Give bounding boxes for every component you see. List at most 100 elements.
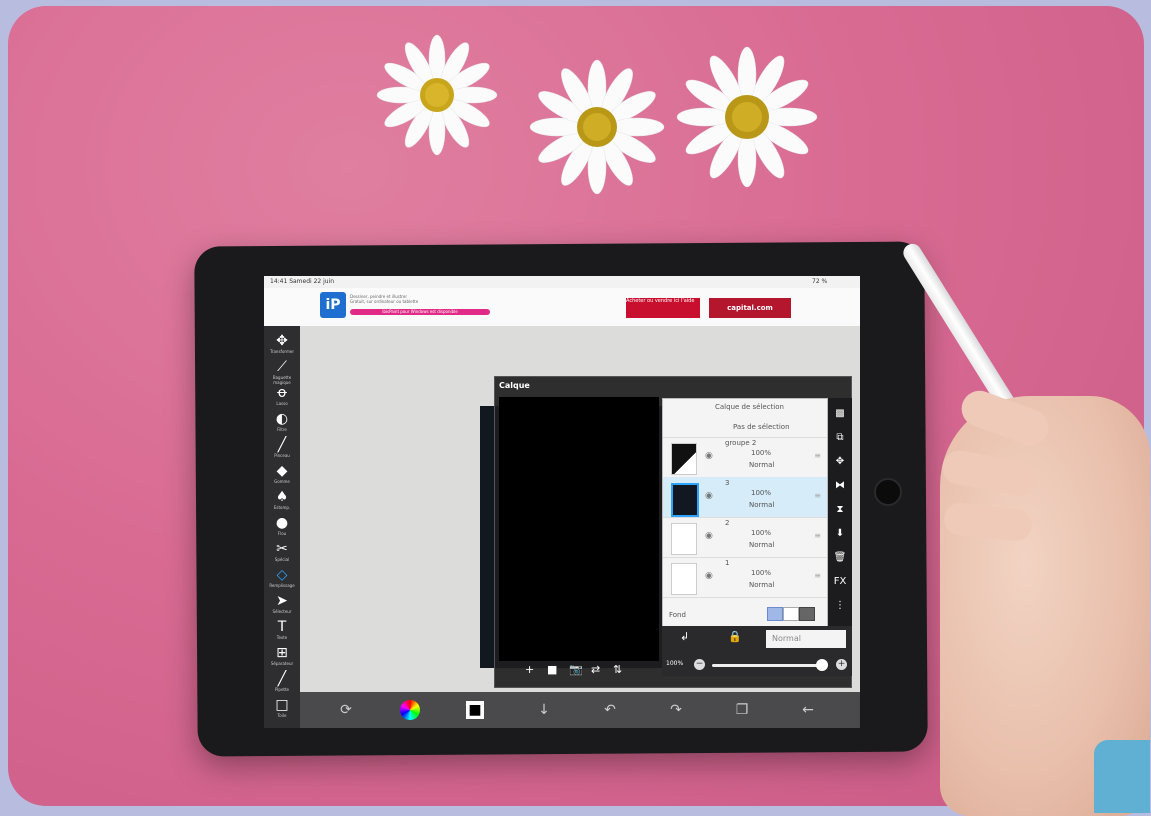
selection-layer-row[interactable]: Calque de sélection Pas de sélection xyxy=(663,399,827,438)
layer-list: Calque de sélection Pas de sélection ◉ gr… xyxy=(662,398,828,628)
tool-label: Pipette xyxy=(274,687,290,692)
fond-white-swatch[interactable] xyxy=(783,607,799,621)
layer-row[interactable]: ◉ 3 100% Normal ≡ xyxy=(663,477,827,518)
eye-icon[interactable]: ◉ xyxy=(705,491,713,501)
layer-opacity: 100% xyxy=(751,529,772,537)
move-icon[interactable]: ✥ Transformer xyxy=(270,332,294,356)
calque-tool-0[interactable]: + xyxy=(525,663,534,676)
layer-name: 3 xyxy=(725,479,730,487)
canvas-icon[interactable]: □ Toile xyxy=(270,696,294,720)
lock-icon[interactable]: 🔒 xyxy=(728,630,742,643)
filter-icon[interactable]: ◐ Filtre xyxy=(270,410,294,434)
down-arrow-icon[interactable]: ↓ xyxy=(532,698,556,722)
text-icon-glyph: T xyxy=(277,619,287,635)
redo-icon[interactable]: ↷ xyxy=(664,698,688,722)
calque-tool-3[interactable]: ⇄ xyxy=(591,663,600,676)
fond-label: Fond xyxy=(669,611,686,619)
lasso-icon-glyph: ꝋ xyxy=(277,385,287,401)
calque-tool-1[interactable]: ■ xyxy=(547,663,557,676)
opacity-slider-knob[interactable] xyxy=(816,659,828,671)
fill-icon[interactable]: ● Flou xyxy=(270,514,294,538)
ad-brand[interactable]: capital.com xyxy=(709,298,791,318)
move-icon-glyph: ✥ xyxy=(276,333,288,349)
duplicate-icon[interactable]: ⧉ xyxy=(830,428,850,448)
drag-handle-icon[interactable]: ≡ xyxy=(814,571,821,580)
clipping-icon[interactable]: ↲ xyxy=(680,630,689,643)
layer-opacity: 100% xyxy=(751,449,772,457)
more-icon[interactable]: ⋮ xyxy=(830,596,850,616)
fx-icon[interactable]: FX xyxy=(830,572,850,592)
bottom-toolbar: ⟳ ■ ↓ ↶ ↷ ❐ ← xyxy=(300,692,860,728)
rotate-icon[interactable]: ⟳ xyxy=(334,698,358,722)
ad-right-text[interactable]: Acheter ou vendre ici l'aide xyxy=(626,298,700,318)
layer-mode: Normal xyxy=(749,581,775,589)
trash-icon[interactable]: 🗑 xyxy=(830,548,850,568)
bucket-icon[interactable]: ◇ Remplissage xyxy=(269,566,294,590)
magic-wand-icon[interactable]: ⟋ Baguette magique xyxy=(270,358,294,385)
new-layer-icon[interactable]: ▩ xyxy=(830,404,850,424)
lasso-icon[interactable]: ꝋ Lasso xyxy=(270,384,294,408)
blend-mode-select[interactable]: Normal xyxy=(766,630,846,648)
select-arrow-icon-glyph: ➤ xyxy=(276,593,288,609)
magic-icon[interactable]: ✂ Spécial xyxy=(270,540,294,564)
fond-blue-swatch[interactable] xyxy=(767,607,783,621)
calque-tool-4[interactable]: ⇅ xyxy=(613,663,622,676)
eye-icon[interactable]: ◉ xyxy=(705,531,713,541)
back-icon[interactable]: ← xyxy=(796,698,820,722)
opacity-label: 100% xyxy=(666,660,684,667)
status-bar: 14:41 Samedi 22 juin 72 % xyxy=(264,276,860,288)
drag-handle-icon[interactable]: ≡ xyxy=(814,531,821,540)
opacity-plus-button[interactable]: + xyxy=(836,659,847,670)
calque-tool-2[interactable]: 📷 xyxy=(569,663,583,676)
brush-icon[interactable]: ╱ Pinceau xyxy=(270,436,294,460)
text-icon[interactable]: T Texte xyxy=(270,618,294,642)
layer-name: 2 xyxy=(725,519,730,527)
layer-thumbnail xyxy=(671,563,697,595)
frame-icon[interactable]: ⊞ Séparateur xyxy=(270,644,294,668)
tool-label: Gomme xyxy=(274,479,290,484)
layer-row[interactable]: ◉ 2 100% Normal ≡ xyxy=(663,517,827,558)
smudge-icon[interactable]: ♠ Estomp. xyxy=(270,488,294,512)
layer-mode: Normal xyxy=(749,541,775,549)
color-swatch-icon[interactable]: ■ xyxy=(466,701,484,719)
drag-handle-icon[interactable]: ≡ xyxy=(814,491,821,500)
pipette-icon[interactable]: ╱ Pipette xyxy=(270,670,294,694)
flip-h-icon[interactable]: ⧓ xyxy=(830,476,850,496)
layer-thumbnail xyxy=(671,443,697,475)
tool-label: Pinceau xyxy=(274,453,290,458)
eye-icon[interactable]: ◉ xyxy=(705,451,713,461)
canvas-icon-glyph: □ xyxy=(275,697,289,713)
flip-v-icon[interactable]: ⧗ xyxy=(830,500,850,520)
drag-handle-icon[interactable]: ≡ xyxy=(814,451,821,460)
eye-icon[interactable]: ◉ xyxy=(705,571,713,581)
eraser-icon-glyph: ◆ xyxy=(276,463,288,479)
tool-label: Lasso xyxy=(276,401,288,406)
frame-icon-glyph: ⊞ xyxy=(276,645,288,661)
layer-action-buttons: ▩ ⧉ ✥ ⧓ ⧗ ⬇ 🗑 FX ⋮ xyxy=(828,398,852,626)
tool-label: Toile xyxy=(277,713,287,718)
home-button[interactable] xyxy=(874,478,902,506)
ad-text: Dessiner, peindre et illustrer Gratuit, … xyxy=(350,294,510,306)
layer-row[interactable]: ◉ groupe 2 100% Normal ≡ xyxy=(663,437,827,478)
layer-opacity: 100% xyxy=(751,489,772,497)
ad-download-button[interactable]: ibisPaint pour Windows est disponible xyxy=(350,309,490,315)
opacity-minus-button[interactable]: − xyxy=(694,659,705,670)
color-wheel-icon[interactable] xyxy=(400,700,420,720)
tool-label: Sélecteur xyxy=(272,609,292,614)
tool-label: Remplissage xyxy=(269,583,295,588)
status-time: 14:41 Samedi 22 juin xyxy=(270,278,335,285)
magic-icon-glyph: ✂ xyxy=(276,541,288,557)
calque-toolbar: + ■ 📷 ⇄ ⇅ xyxy=(525,663,645,681)
daisy-3 xyxy=(676,46,818,188)
move-icon[interactable]: ✥ xyxy=(830,452,850,472)
fond-checker-swatch[interactable] xyxy=(799,607,815,621)
undo-icon[interactable]: ↶ xyxy=(598,698,622,722)
brush-icon-glyph: ╱ xyxy=(277,437,287,453)
layers-icon[interactable]: ❐ xyxy=(730,698,754,722)
layer-row[interactable]: ◉ 1 100% Normal ≡ xyxy=(663,557,827,598)
opacity-slider[interactable] xyxy=(712,664,822,667)
merge-down-icon[interactable]: ⬇ xyxy=(830,524,850,544)
select-arrow-icon[interactable]: ➤ Sélecteur xyxy=(270,592,294,616)
eraser-icon[interactable]: ◆ Gomme xyxy=(270,462,294,486)
ad-banner[interactable]: iP Dessiner, peindre et illustrer Gratui… xyxy=(264,288,860,326)
